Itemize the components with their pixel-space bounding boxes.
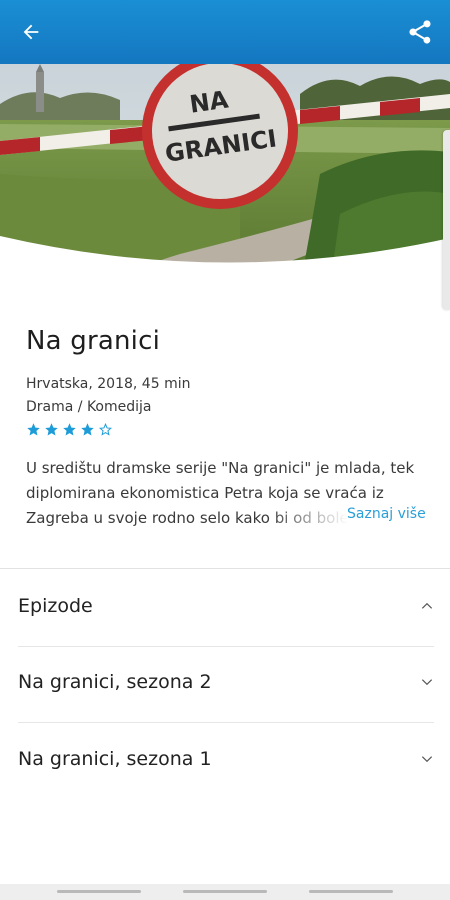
star-empty-icon — [98, 422, 113, 436]
back-button[interactable] — [14, 16, 48, 48]
description-line: U središtu dramske serije "Na granici" j… — [26, 459, 415, 477]
bottom-nav-bar — [0, 884, 450, 900]
side-drawer-handle[interactable] — [443, 130, 450, 310]
section-season-2[interactable]: Na granici, sezona 2 — [18, 647, 434, 723]
chevron-down-icon — [421, 756, 433, 763]
star-filled-icon — [63, 423, 76, 436]
show-genre: Drama / Komedija — [26, 399, 152, 415]
show-origin-year-duration: Hrvatska, 2018, 45 min — [26, 376, 191, 392]
read-more-link[interactable]: Saznaj više — [347, 506, 426, 522]
section-episodes[interactable]: Epizode — [18, 571, 434, 647]
nav-indicator[interactable] — [183, 890, 267, 893]
share-icon — [409, 20, 431, 44]
divider — [18, 722, 434, 723]
description-line: diplomirana ekonomistica Petra koja se v… — [26, 484, 384, 502]
section-season-1[interactable]: Na granici, sezona 1 — [18, 724, 434, 800]
star-filled-icon — [45, 423, 58, 436]
description-line: Zagreba u svoje rodno selo kako bi od bo… — [26, 509, 348, 527]
star-filled-icon — [27, 423, 40, 436]
rating-stars — [26, 422, 113, 437]
section-label: Na granici, sezona 1 — [18, 748, 212, 770]
nav-indicator[interactable] — [57, 890, 141, 893]
star-filled-icon — [81, 423, 94, 436]
page-title: Na granici — [26, 326, 160, 356]
nav-indicator[interactable] — [309, 890, 393, 893]
hero-wave — [0, 236, 450, 286]
chevron-down-icon — [421, 679, 433, 686]
divider — [0, 568, 450, 569]
chevron-up-icon — [421, 602, 433, 609]
share-button[interactable] — [402, 14, 438, 50]
app-bar — [0, 0, 450, 64]
section-label: Epizode — [18, 595, 93, 617]
section-label: Na granici, sezona 2 — [18, 671, 212, 693]
hero-image: NA GRANICI — [0, 64, 450, 286]
arrow-left-icon — [23, 24, 39, 40]
sign-text-line1: NA — [188, 85, 231, 118]
